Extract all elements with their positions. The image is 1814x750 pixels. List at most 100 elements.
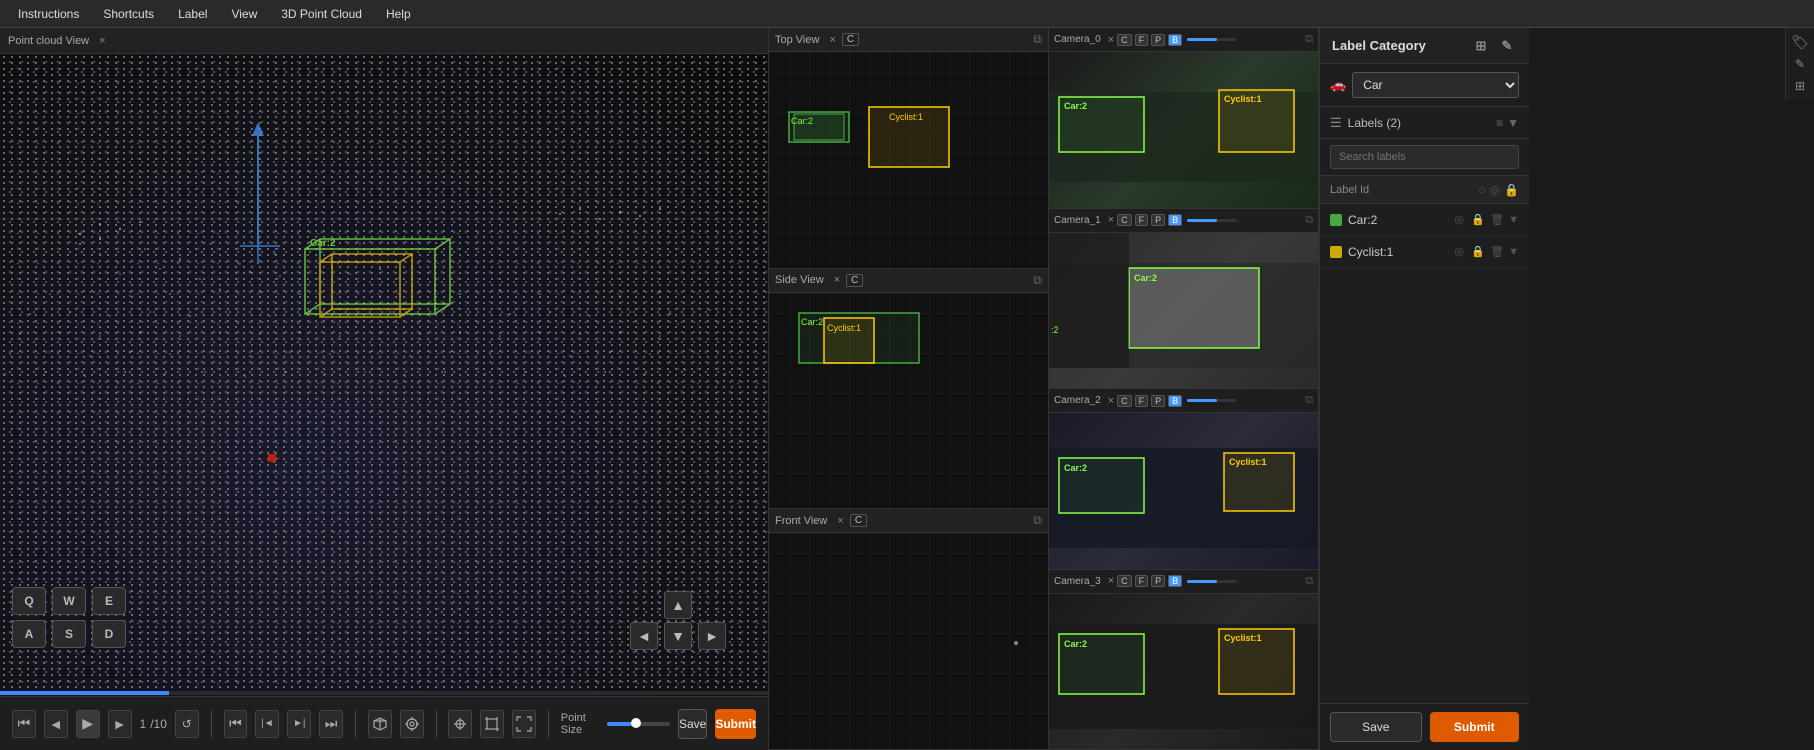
- step-forward-button[interactable]: ►|: [287, 710, 311, 738]
- crosshair-btn[interactable]: [448, 710, 472, 738]
- camera-2-b[interactable]: B: [1168, 395, 1182, 407]
- arrow-down[interactable]: ▼: [664, 622, 692, 650]
- camera-2-maximize[interactable]: ⧉: [1305, 394, 1313, 407]
- camera-3-close[interactable]: ×: [1108, 575, 1114, 587]
- target-icon-btn[interactable]: [400, 710, 424, 738]
- key-s[interactable]: S: [52, 620, 86, 648]
- camera-2-f[interactable]: F: [1135, 395, 1149, 407]
- camera-2-content[interactable]: Car:2 Cyclist:1: [1049, 413, 1318, 569]
- camera-2-c[interactable]: C: [1117, 395, 1132, 407]
- menu-label[interactable]: Label: [168, 5, 217, 23]
- label-id-icon-1[interactable]: ○: [1478, 183, 1485, 197]
- crop-btn[interactable]: [480, 710, 504, 738]
- front-view-maximize[interactable]: ⧉: [1033, 513, 1042, 528]
- camera-3-b[interactable]: B: [1168, 575, 1182, 587]
- car2-hidden-icon[interactable]: ◎: [1451, 212, 1467, 228]
- refresh-button[interactable]: ↺: [175, 710, 199, 738]
- camera-3-c[interactable]: C: [1117, 575, 1132, 587]
- tag2-icon[interactable]: ⊞: [1790, 76, 1810, 96]
- key-e[interactable]: E: [92, 587, 126, 615]
- label-id-icon-3[interactable]: 🔒: [1504, 183, 1519, 197]
- label-id-icon-2[interactable]: ◎: [1490, 183, 1500, 197]
- label-item-cyclist1[interactable]: Cyclist:1 ◎ 🔒 🗑 ▼: [1320, 236, 1529, 268]
- camera-1-maximize[interactable]: ⧉: [1305, 214, 1313, 227]
- camera-0-b[interactable]: B: [1168, 34, 1182, 46]
- skip-to-start-button[interactable]: ⏮: [12, 710, 36, 738]
- cyclist1-lock-icon[interactable]: 🔒: [1470, 244, 1486, 260]
- menu-instructions[interactable]: Instructions: [8, 5, 89, 23]
- arrow-right[interactable]: ►: [698, 622, 726, 650]
- label-panel-submit-button[interactable]: Submit: [1430, 712, 1520, 742]
- expand-btn[interactable]: [512, 710, 536, 738]
- front-view-content[interactable]: [769, 533, 1048, 749]
- key-q[interactable]: Q: [12, 587, 46, 615]
- side-view-content[interactable]: Car:2 Cyclist:1: [769, 293, 1048, 509]
- search-labels-input[interactable]: [1330, 145, 1519, 169]
- camera-0-content[interactable]: Car:2 Cyclist:1: [1049, 52, 1318, 208]
- camera-0-f[interactable]: F: [1135, 34, 1149, 46]
- label-panel-icon-2[interactable]: ✎: [1497, 36, 1517, 56]
- step-back-button[interactable]: |◄: [255, 710, 279, 738]
- top-view-maximize[interactable]: ⧉: [1033, 32, 1042, 47]
- camera-0-maximize[interactable]: ⧉: [1305, 33, 1313, 46]
- point-size-slider[interactable]: [607, 722, 670, 726]
- arrow-left[interactable]: ◄: [630, 622, 658, 650]
- category-select[interactable]: Car: [1352, 72, 1519, 98]
- camera-0-slider[interactable]: [1187, 38, 1237, 41]
- camera-2-slider[interactable]: [1187, 399, 1237, 402]
- key-d[interactable]: D: [92, 620, 126, 648]
- jump-forward-button[interactable]: ⏭: [319, 710, 343, 738]
- filter-icon-2[interactable]: ▼: [1507, 116, 1519, 130]
- car2-expand-icon[interactable]: ▼: [1508, 214, 1519, 226]
- top-view-c-icon[interactable]: C: [842, 33, 859, 46]
- edit-icon[interactable]: ✎: [1790, 54, 1810, 74]
- camera-2-close[interactable]: ×: [1108, 395, 1114, 407]
- menu-help[interactable]: Help: [376, 5, 421, 23]
- camera-1-slider[interactable]: [1187, 219, 1237, 222]
- camera-0-close[interactable]: ×: [1108, 34, 1114, 46]
- camera-0-p[interactable]: P: [1151, 34, 1165, 46]
- arrow-up[interactable]: ▲: [664, 591, 692, 619]
- label-item-car2[interactable]: Car:2 ◎ 🔒 🗑 ▼: [1320, 204, 1529, 236]
- camera-3-maximize[interactable]: ⧉: [1305, 575, 1313, 588]
- filter-icon-1[interactable]: ≡: [1496, 116, 1503, 130]
- car2-lock-icon[interactable]: 🔒: [1470, 212, 1486, 228]
- front-view-c-icon[interactable]: C: [850, 514, 867, 527]
- camera-1-p[interactable]: P: [1151, 214, 1165, 226]
- front-view-close[interactable]: ×: [837, 515, 843, 527]
- key-a[interactable]: A: [12, 620, 46, 648]
- seek-bar[interactable]: [0, 691, 768, 695]
- point-cloud-canvas[interactable]: Car:2: [0, 54, 768, 750]
- point-cloud-close[interactable]: ×: [99, 35, 105, 47]
- menu-view[interactable]: View: [221, 5, 267, 23]
- camera-1-f[interactable]: F: [1135, 214, 1149, 226]
- side-view-maximize[interactable]: ⧉: [1033, 273, 1042, 288]
- camera-1-b[interactable]: B: [1168, 214, 1182, 226]
- top-view-content[interactable]: Car:2 Cyclist:1: [769, 52, 1048, 268]
- camera-1-close[interactable]: ×: [1108, 214, 1114, 226]
- side-view-close[interactable]: ×: [834, 274, 840, 286]
- camera-3-content[interactable]: Car:2 Cyclist:1: [1049, 594, 1318, 750]
- cyclist1-expand-icon[interactable]: ▼: [1508, 246, 1519, 258]
- camera-1-content[interactable]: Car:2 :2: [1049, 233, 1318, 389]
- label-panel-icon-1[interactable]: ⊞: [1471, 36, 1491, 56]
- prev-frame-button[interactable]: ◄: [44, 710, 68, 738]
- camera-1-c[interactable]: C: [1117, 214, 1132, 226]
- cyclist1-hidden-icon[interactable]: ◎: [1451, 244, 1467, 260]
- camera-2-p[interactable]: P: [1151, 395, 1165, 407]
- camera-0-c[interactable]: C: [1117, 34, 1132, 46]
- camera-3-f[interactable]: F: [1135, 575, 1149, 587]
- slider-thumb[interactable]: [631, 718, 641, 728]
- menu-3d-point-cloud[interactable]: 3D Point Cloud: [271, 5, 372, 23]
- label-panel-save-button[interactable]: Save: [1330, 712, 1422, 742]
- submit-button[interactable]: Submit: [715, 709, 756, 739]
- next-frame-button[interactable]: ►: [108, 710, 132, 738]
- car2-delete-icon[interactable]: 🗑: [1489, 212, 1505, 228]
- key-w[interactable]: W: [52, 587, 86, 615]
- side-view-c-icon[interactable]: C: [846, 274, 863, 287]
- camera-3-slider[interactable]: [1187, 580, 1237, 583]
- cube-icon-btn[interactable]: [368, 710, 392, 738]
- tag-icon[interactable]: 🏷: [1790, 32, 1810, 52]
- play-button[interactable]: ▶: [76, 710, 100, 738]
- cyclist1-delete-icon[interactable]: 🗑: [1489, 244, 1505, 260]
